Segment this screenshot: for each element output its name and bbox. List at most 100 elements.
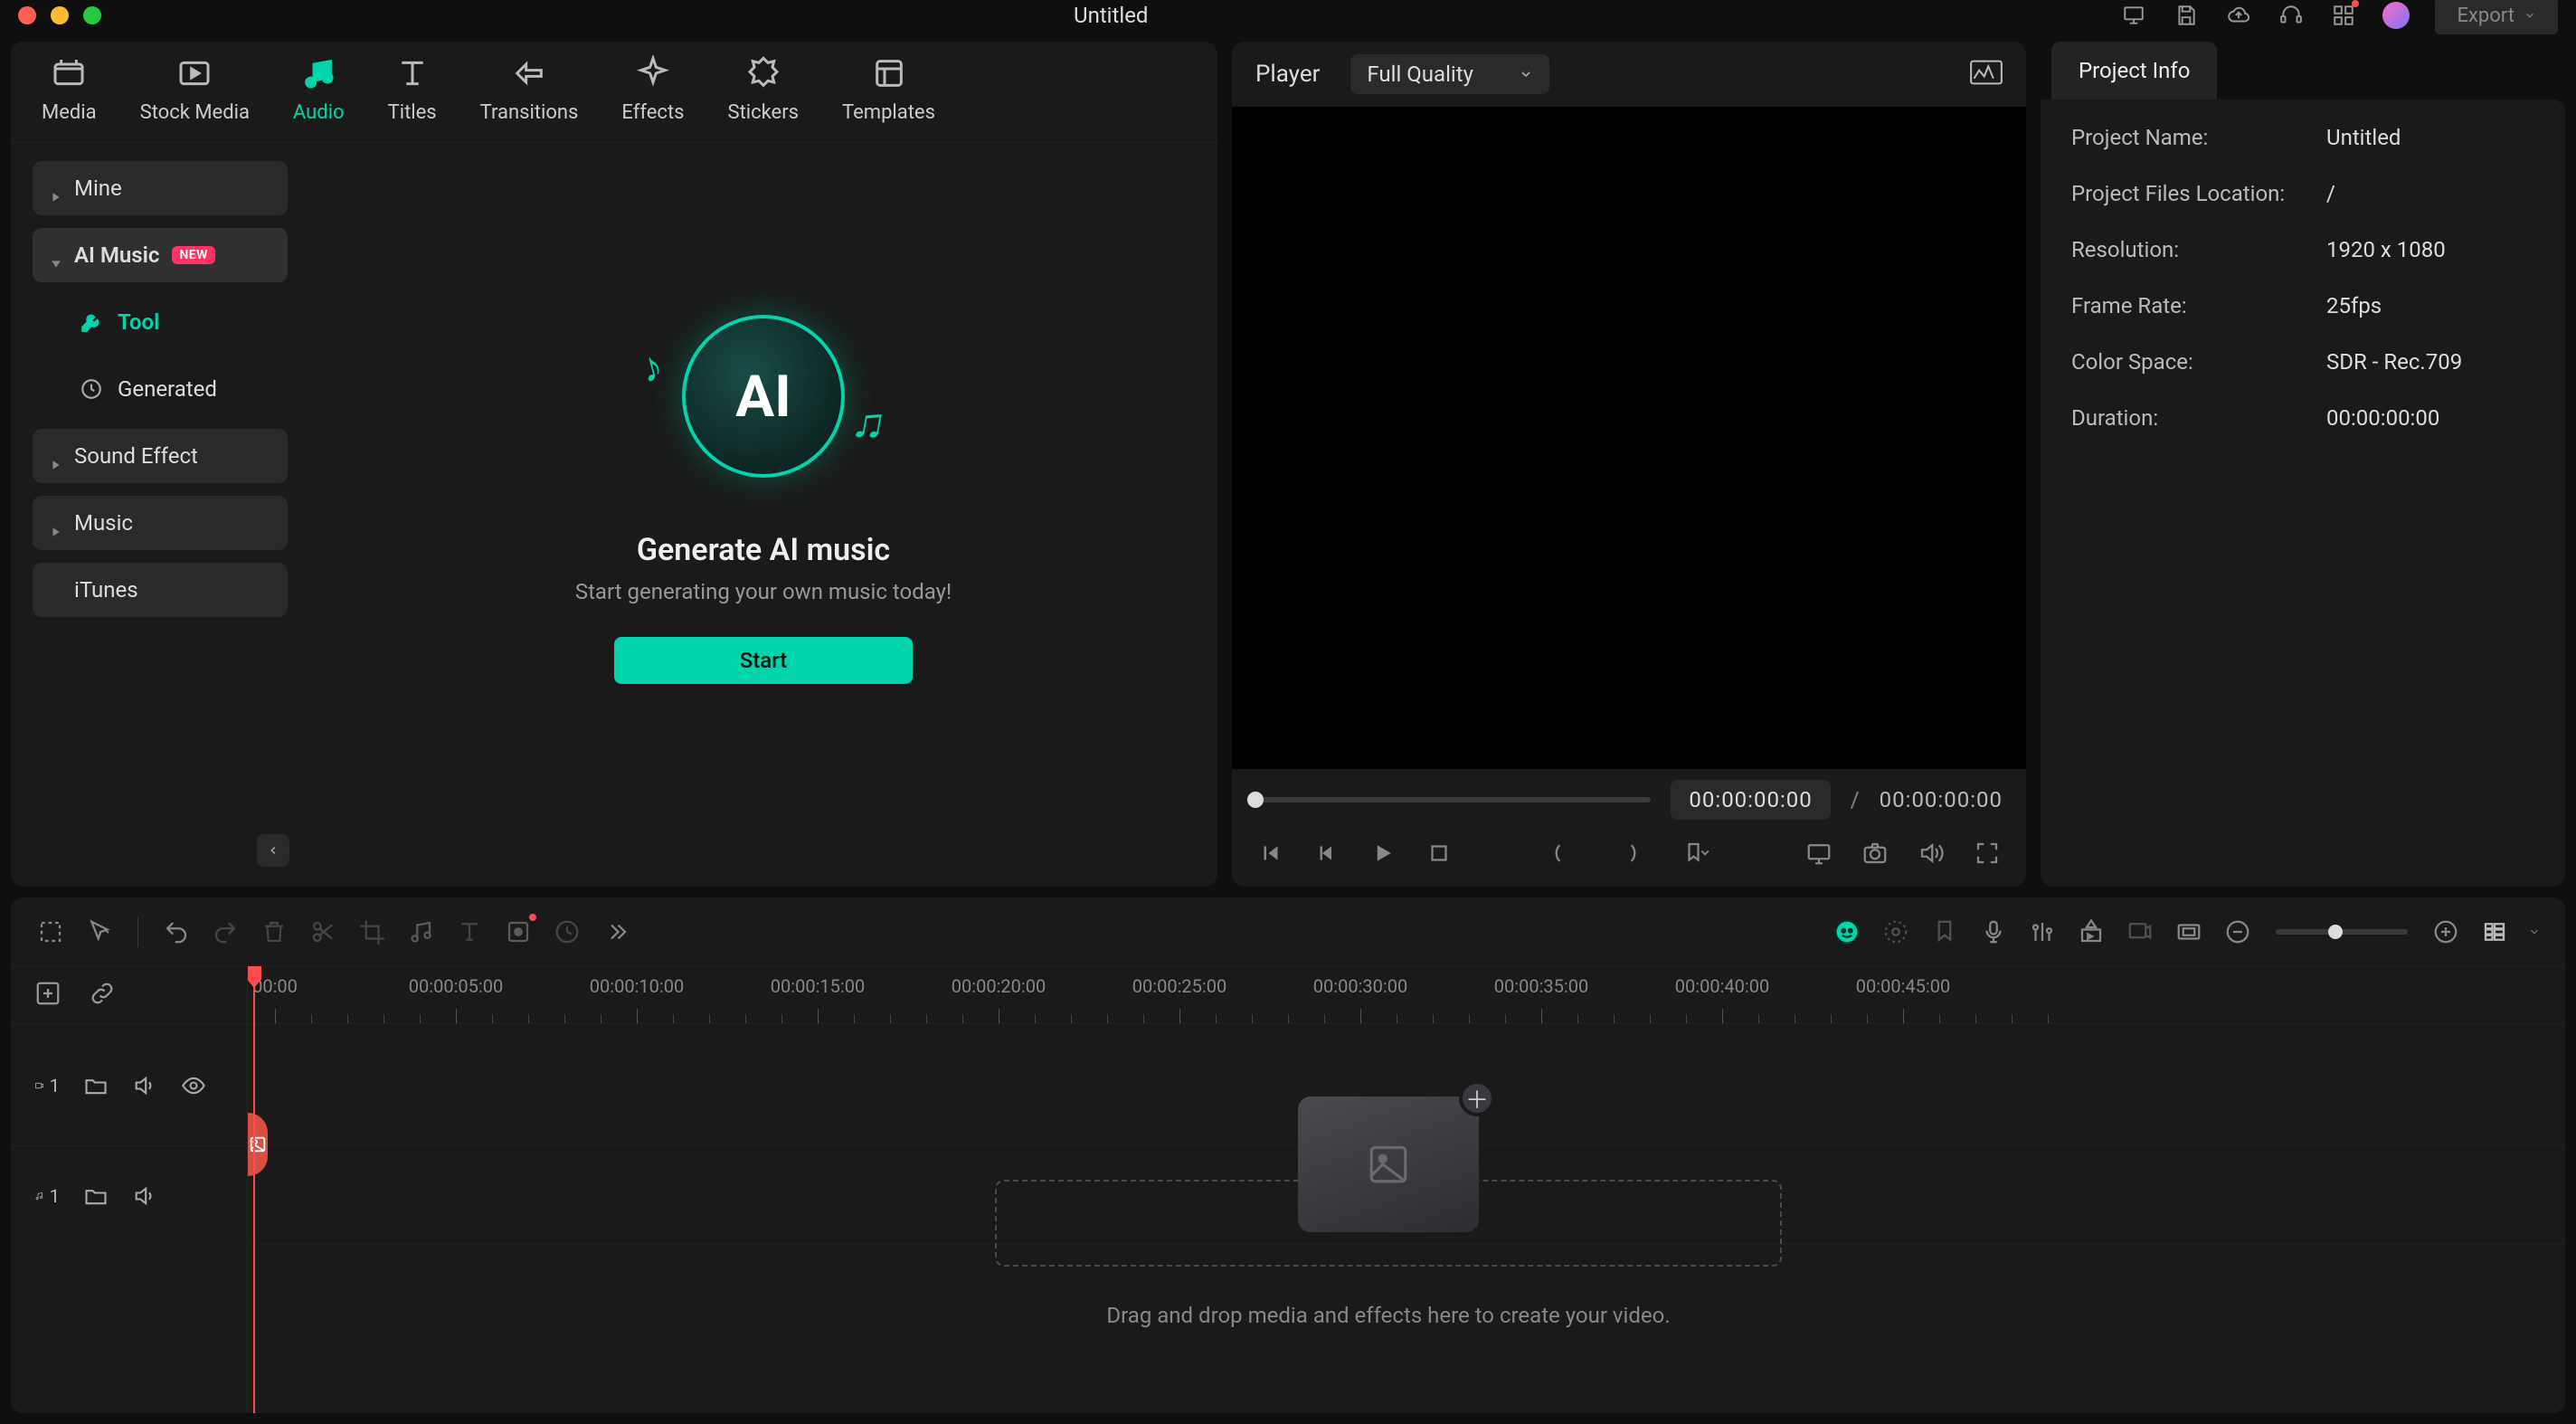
tab-transitions[interactable]: Transitions: [459, 42, 601, 142]
window-minimize-button[interactable]: [51, 6, 69, 24]
zoom-in-button[interactable]: [2426, 912, 2466, 952]
sidebar-item-itunes[interactable]: iTunes: [33, 563, 288, 617]
player-scrubber[interactable]: [1255, 797, 1651, 802]
marker-button[interactable]: [1925, 912, 1965, 952]
prev-frame-button[interactable]: [1255, 838, 1286, 869]
ruler-mark: 00:00:10:00: [590, 975, 684, 997]
timeline-view-menu[interactable]: [2524, 912, 2545, 952]
ai-headphones-graphic: AI: [682, 315, 845, 478]
user-avatar[interactable]: [2382, 2, 2410, 29]
tab-titles-label: Titles: [388, 101, 437, 124]
sidebar-item-music[interactable]: Music: [33, 496, 288, 550]
mute-track-button[interactable]: [132, 1183, 157, 1209]
ai-music-illustration: ♪ AI ♫: [632, 288, 895, 505]
image-placeholder-icon: [1366, 1142, 1411, 1187]
desktop-preview-icon[interactable]: [2120, 2, 2147, 29]
audio-mixer-button[interactable]: [2022, 912, 2062, 952]
mark-in-button[interactable]: [1547, 838, 1577, 869]
tab-titles[interactable]: Titles: [366, 42, 459, 142]
tab-templates[interactable]: Templates: [820, 42, 957, 142]
save-icon[interactable]: [2173, 2, 2200, 29]
sidebar-item-mine[interactable]: Mine: [33, 161, 288, 215]
beat-detect-button[interactable]: [401, 912, 440, 952]
mark-out-button[interactable]: [1614, 838, 1644, 869]
tab-stock-media-label: Stock Media: [140, 101, 250, 124]
more-tools-button[interactable]: [596, 912, 636, 952]
scopes-icon[interactable]: [1970, 60, 2003, 89]
playhead[interactable]: [253, 966, 255, 1413]
speed-button[interactable]: [547, 912, 587, 952]
mute-track-button[interactable]: [132, 1073, 157, 1098]
inspector-panel: Project Info Project Name:Untitled Proje…: [2041, 42, 2565, 887]
volume-button[interactable]: [1916, 838, 1946, 869]
chevron-down-icon: [2524, 9, 2536, 22]
tab-audio[interactable]: Audio: [271, 42, 366, 142]
selection-tool-button[interactable]: [31, 912, 71, 952]
aspect-ratio-button[interactable]: [2169, 912, 2209, 952]
stop-button[interactable]: [1424, 838, 1454, 869]
audio-note-icon: [299, 54, 337, 92]
caret-right-icon: [51, 183, 62, 194]
tab-media[interactable]: Media: [11, 42, 118, 142]
tab-stickers[interactable]: Stickers: [706, 42, 821, 142]
add-track-button[interactable]: [34, 980, 62, 1011]
ai-assistant-button[interactable]: [1827, 912, 1867, 952]
audio-track-header[interactable]: 1: [11, 1145, 247, 1245]
sidebar-item-ai-music[interactable]: AI Music NEW: [33, 228, 288, 282]
folder-icon[interactable]: [83, 1183, 109, 1209]
quality-select[interactable]: Full Quality: [1350, 54, 1549, 94]
tab-project-info[interactable]: Project Info: [2051, 42, 2217, 100]
sidebar-item-sound-effect[interactable]: Sound Effect: [33, 429, 288, 483]
current-time: 00:00:00:00: [1671, 780, 1830, 820]
window-close-button[interactable]: [18, 6, 36, 24]
text-button[interactable]: [450, 912, 489, 952]
ruler-mark: 00:00:45:00: [1856, 975, 1950, 997]
info-value: 25fps: [2326, 293, 2382, 318]
snapshot-button[interactable]: [1860, 838, 1890, 869]
sidebar-item-generated[interactable]: Generated: [33, 362, 288, 416]
play-button[interactable]: [1368, 838, 1398, 869]
collapse-sidebar-button[interactable]: [257, 834, 289, 867]
split-button[interactable]: [303, 912, 343, 952]
render-preview-button[interactable]: [2071, 912, 2111, 952]
zoom-out-button[interactable]: [2218, 912, 2258, 952]
caret-down-icon: [51, 250, 62, 261]
voiceover-button[interactable]: [1974, 912, 2013, 952]
player-header: Player Full Quality: [1232, 42, 2026, 107]
folder-icon[interactable]: [83, 1073, 109, 1098]
display-toggle-button[interactable]: [1804, 838, 1834, 869]
window-zoom-button[interactable]: [83, 6, 101, 24]
redo-button[interactable]: [205, 912, 245, 952]
timeline-ruler[interactable]: 00:0000:00:05:0000:00:10:0000:00:15:0000…: [248, 966, 2565, 1024]
visibility-toggle-button[interactable]: [181, 1073, 206, 1098]
sidebar-item-tool[interactable]: Tool: [33, 295, 288, 349]
color-match-button[interactable]: [1876, 912, 1916, 952]
timeline-tracks-area[interactable]: 00:0000:00:05:0000:00:10:0000:00:15:0000…: [248, 966, 2565, 1413]
video-track-header[interactable]: 1: [11, 1024, 247, 1145]
stock-media-icon: [175, 54, 213, 92]
chevron-down-icon: [1519, 67, 1533, 81]
cloud-upload-icon[interactable]: [2225, 2, 2252, 29]
pointer-tool-button[interactable]: [80, 912, 119, 952]
start-button[interactable]: Start: [614, 637, 913, 684]
record-screen-button[interactable]: [2120, 912, 2160, 952]
info-key: Project Files Location:: [2071, 181, 2326, 206]
timeline-view-button[interactable]: [2475, 912, 2514, 952]
fullscreen-button[interactable]: [1972, 838, 2003, 869]
link-tracks-button[interactable]: [89, 980, 116, 1011]
timeline-dropzone[interactable]: ＋ Drag and drop media and effects here t…: [248, 1024, 2529, 1328]
crop-button[interactable]: [352, 912, 392, 952]
tab-stock-media[interactable]: Stock Media: [118, 42, 271, 142]
delete-button[interactable]: [254, 912, 294, 952]
player-viewport[interactable]: [1232, 107, 2026, 769]
step-back-button[interactable]: [1312, 838, 1342, 869]
tab-effects[interactable]: Effects: [600, 42, 706, 142]
ruler-mark: 00:00:25:00: [1132, 975, 1226, 997]
zoom-slider[interactable]: [2276, 929, 2408, 935]
apps-grid-icon[interactable]: [2330, 2, 2357, 29]
undo-button[interactable]: [156, 912, 196, 952]
marker-dropdown-button[interactable]: [1681, 838, 1711, 869]
add-media-button[interactable]: ＋: [1459, 1080, 1495, 1116]
support-headset-icon[interactable]: [2278, 2, 2305, 29]
export-button[interactable]: Export: [2435, 0, 2558, 34]
